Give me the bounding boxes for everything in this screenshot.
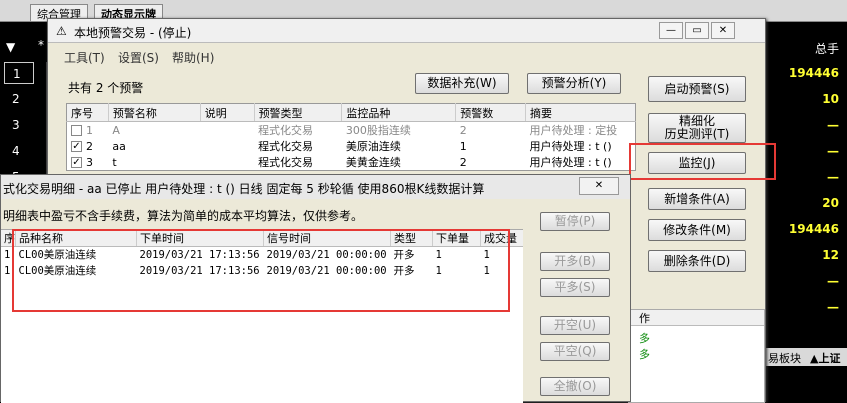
detail-title-bar[interactable]: 式化交易明细 - aa 已停止 用户待处理 : t () 日线 固定每 5 秒轮… (1, 175, 630, 199)
symbol-cell: 美黄金连续 (345, 156, 401, 169)
row-index: 2 (86, 139, 93, 153)
value-cell: — (827, 300, 839, 314)
col-header-type[interactable]: 预警类型 (254, 103, 343, 122)
window-title: 本地预警交易 - (停止) (74, 26, 192, 40)
highlight-box-monitor (629, 143, 776, 180)
detail-note: 明细表中盈亏不含手续费，算法为简单的成本平均算法，仅供参考。 (3, 209, 364, 223)
total-volume-column: 194446 10 — — — 20 194446 12 — — (766, 62, 847, 362)
col-header-index[interactable]: 序号 (66, 103, 109, 122)
lower-right-panel: 作 多 多 (628, 309, 765, 403)
row-number[interactable]: 1 (4, 62, 34, 84)
count-cell: 2 (459, 155, 467, 169)
panel-cell: 多 (639, 332, 650, 345)
cancel-all-button[interactable]: 全撤(O) (540, 377, 610, 396)
alert-analysis-button[interactable]: 预警分析(Y) (527, 73, 621, 94)
symbol-cell: 300股指连续 (345, 124, 411, 137)
name-cell: A (112, 123, 120, 137)
row-checkbox[interactable]: ✓ (71, 157, 82, 168)
summary-cell: 用户待处理 : 定投 (529, 124, 618, 137)
pause-button[interactable]: 暂停(P) (540, 212, 610, 231)
close-long-button[interactable]: 平多(S) (540, 278, 610, 297)
col-header-name[interactable]: 预警名称 (108, 103, 201, 122)
table-row[interactable]: ✓ 3 t 程式化交易 美黄金连续 2 用户待处理 : t () (67, 154, 636, 171)
col-header-summary[interactable]: 摘要 (525, 103, 636, 122)
table-row[interactable]: ✓ 2 aa 程式化交易 美原油连续 1 用户待处理 : t () (67, 138, 636, 154)
tab-sector[interactable]: 易板块 (768, 350, 801, 366)
value-cell: 20 (822, 196, 839, 210)
type-cell: 程式化交易 (258, 156, 314, 169)
panel-cell: 多 (639, 348, 650, 361)
detail-window-title: 式化交易明细 - aa 已停止 用户待处理 : t () 日线 固定每 5 秒轮… (3, 182, 485, 196)
value-cell: 12 (822, 248, 839, 262)
delete-condition-button[interactable]: 删除条件(D) (648, 250, 746, 272)
close-icon[interactable]: ✕ (579, 177, 619, 195)
sort-arrow-icon[interactable]: ▼ (6, 40, 15, 54)
row-number[interactable]: 4 (4, 140, 34, 162)
close-short-button[interactable]: 平空(Q) (540, 342, 610, 361)
menu-help[interactable]: 帮助(H) (172, 49, 214, 66)
row-number[interactable]: 2 (4, 88, 34, 110)
row-checkbox[interactable]: ✓ (71, 141, 82, 152)
value-cell: 194446 (788, 66, 839, 80)
row-index-cell: ✓ 2 (67, 138, 109, 154)
close-icon[interactable]: ✕ (711, 22, 735, 39)
value-cell: 10 (822, 92, 839, 106)
open-long-button[interactable]: 开多(B) (540, 252, 610, 271)
summary-cell: 用户待处理 : t () (529, 140, 612, 153)
desc-cell (200, 138, 254, 154)
add-condition-button[interactable]: 新增条件(A) (648, 188, 746, 210)
app-icon: ⚠ (56, 24, 67, 38)
start-alert-button[interactable]: 启动预警(S) (648, 76, 746, 102)
desc-cell (200, 154, 254, 171)
col-header-total-volume[interactable]: 总手 (766, 40, 847, 57)
value-cell: — (827, 274, 839, 288)
type-cell: 程式化交易 (258, 124, 314, 137)
desc-cell (200, 122, 254, 139)
col-header-symbol[interactable]: 监控品种 (341, 103, 457, 122)
menu-tools[interactable]: 工具(T) (64, 49, 105, 66)
symbol-cell: 美原油连续 (345, 140, 401, 153)
minimize-icon[interactable]: — (659, 22, 683, 39)
count-cell: 2 (459, 123, 467, 137)
tab-shanghai[interactable]: ▲上证 (810, 350, 840, 366)
table-row[interactable]: 1 A 程式化交易 300股指连续 2 用户待处理 : 定投 (67, 122, 636, 139)
row-index: 3 (86, 155, 93, 169)
alert-table: 序号 预警名称 说明 预警类型 监控品种 预警数 摘要 1 A 程式化交易 30… (66, 103, 636, 171)
panel-header: 作 (629, 310, 764, 326)
title-bar[interactable]: ⚠ 本地预警交易 - (停止) — ▭ ✕ (48, 19, 765, 43)
summary-cell: 用户待处理 : t () (529, 156, 612, 169)
modify-condition-button[interactable]: 修改条件(M) (648, 219, 746, 241)
value-cell: 194446 (788, 222, 839, 236)
star-icon: * (38, 38, 44, 52)
highlight-box-detail-rows (12, 229, 510, 312)
data-supplement-button[interactable]: 数据补充(W) (415, 73, 509, 94)
row-index: 1 (86, 123, 93, 137)
type-cell: 程式化交易 (258, 140, 314, 153)
open-short-button[interactable]: 开空(U) (540, 316, 610, 335)
row-number[interactable]: 3 (4, 114, 34, 136)
row-index-cell: 1 (67, 122, 109, 139)
menu-settings[interactable]: 设置(S) (118, 49, 159, 66)
bottom-tab-bar: 易板块 ▲上证 (766, 348, 847, 366)
col-header-count[interactable]: 预警数 (455, 103, 527, 122)
count-cell: 1 (459, 139, 467, 153)
name-cell: t (112, 155, 117, 169)
col-header-desc[interactable]: 说明 (200, 103, 255, 122)
menu-bar: 工具(T) 设置(S) 帮助(H) (48, 47, 765, 65)
maximize-icon[interactable]: ▭ (685, 22, 709, 39)
table-header-row: 序号 预警名称 说明 预警类型 监控品种 预警数 摘要 (66, 103, 636, 122)
name-cell: aa (112, 139, 126, 153)
alert-count-label: 共有 2 个预警 (68, 81, 144, 95)
row-index-cell: ✓ 3 (67, 154, 109, 171)
fine-history-eval-label-2: 历史测评(T) (664, 127, 730, 141)
value-cell: — (827, 118, 839, 132)
fine-history-eval-button[interactable]: 精细化 历史测评(T) (648, 113, 746, 143)
row-checkbox[interactable] (71, 125, 82, 136)
